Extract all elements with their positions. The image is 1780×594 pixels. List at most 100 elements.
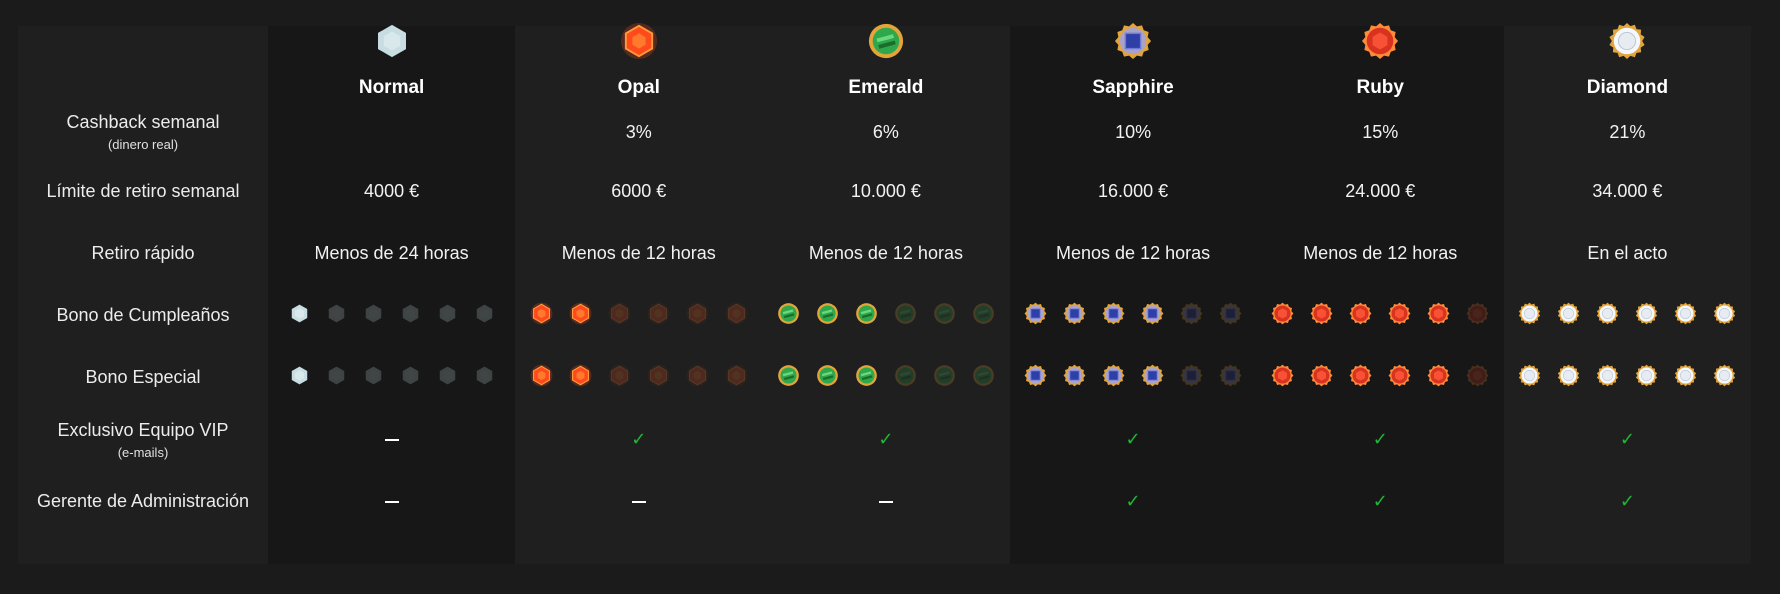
row-label-subtext: (e-mails) <box>117 444 169 460</box>
emerald-gem-icon <box>777 302 800 331</box>
diamond-gem-icon <box>1596 302 1619 331</box>
row-label-text: Bono Especial <box>85 367 201 388</box>
ruby-gem-icon <box>1388 302 1411 331</box>
opal-gem-icon <box>569 302 592 331</box>
cell-value: 10% <box>1115 121 1152 142</box>
check-icon: ✓ <box>1372 429 1388 450</box>
cell-vip-team-emerald: ✓ <box>762 409 1009 471</box>
opal-gem-icon <box>686 302 709 331</box>
row-label-withdraw-limit: Límite de retiro semanal <box>18 161 268 223</box>
opal-gem-icon <box>620 22 658 66</box>
cell-special-bonus-opal <box>515 347 762 409</box>
bonus-gem-row <box>530 302 748 331</box>
opal-gem-icon <box>608 364 631 393</box>
cell-cashback-normal <box>268 104 515 161</box>
ruby-gem-icon <box>1466 364 1489 393</box>
sapphire-gem-icon <box>1180 364 1203 393</box>
opal-gem-icon <box>608 302 631 331</box>
bonus-gem-row <box>777 302 995 331</box>
bonus-gem-row <box>777 364 995 393</box>
emerald-gem-icon <box>894 364 917 393</box>
diamond-gem-icon <box>1518 364 1541 393</box>
cell-vip-team-opal: ✓ <box>515 409 762 471</box>
sapphire-gem-icon <box>1141 364 1164 393</box>
row-label-text: Gerente de Administración <box>36 491 250 512</box>
check-icon: ✓ <box>1125 491 1141 512</box>
row-label-vip-team: Exclusivo Equipo VIP (e-mails) <box>18 409 268 471</box>
cell-special-bonus-ruby <box>1257 347 1504 409</box>
hexagon-gem-icon <box>363 365 384 392</box>
cell-value: 6% <box>872 121 899 142</box>
sapphire-gem-icon <box>1102 364 1125 393</box>
row-label-text: Exclusivo Equipo VIP <box>57 419 229 440</box>
cell-manager-normal <box>268 471 515 533</box>
check-icon: ✓ <box>1125 429 1141 450</box>
opal-gem-icon <box>530 364 553 393</box>
row-label-cashback: Cashback semanal (dinero real) <box>18 104 268 161</box>
bonus-gem-row <box>530 364 748 393</box>
ruby-gem-icon <box>1349 364 1372 393</box>
cell-withdraw-limit-emerald: 10.000 € <box>762 161 1009 223</box>
cell-birthday-bonus-normal <box>268 285 515 347</box>
diamond-gem-icon <box>1557 364 1580 393</box>
diamond-gem-icon <box>1713 364 1736 393</box>
cell-birthday-bonus-diamond <box>1504 285 1751 347</box>
ruby-gem-icon <box>1310 302 1333 331</box>
cell-special-bonus-diamond <box>1504 347 1751 409</box>
bonus-gem-row <box>1271 302 1489 331</box>
sapphire-gem-icon <box>1063 302 1086 331</box>
opal-gem-icon <box>569 364 592 393</box>
cell-withdraw-limit-opal: 6000 € <box>515 161 762 223</box>
diamond-gem-icon <box>1557 302 1580 331</box>
sapphire-gem-icon <box>1063 364 1086 393</box>
cell-withdraw-limit-normal: 4000 € <box>268 161 515 223</box>
cell-birthday-bonus-sapphire <box>1010 285 1257 347</box>
cell-value: 24.000 € <box>1345 181 1416 202</box>
check-icon: ✓ <box>878 429 894 450</box>
sapphire-gem-icon <box>1141 302 1164 331</box>
cell-fast-withdraw-sapphire: Menos de 12 horas <box>1010 223 1257 285</box>
tier-name: Opal <box>617 77 660 99</box>
opal-gem-icon <box>725 302 748 331</box>
emerald-gem-icon <box>894 302 917 331</box>
cell-manager-emerald <box>762 471 1009 533</box>
cell-value: 10.000 € <box>850 181 921 202</box>
cell-vip-team-ruby: ✓ <box>1257 409 1504 471</box>
opal-gem-icon <box>686 364 709 393</box>
dash-icon <box>878 501 893 503</box>
ruby-gem-icon <box>1271 302 1294 331</box>
sapphire-gem-icon <box>1024 364 1047 393</box>
emerald-gem-icon <box>933 364 956 393</box>
cell-special-bonus-normal <box>268 347 515 409</box>
hexagon-gem-icon <box>326 303 347 330</box>
bonus-gem-row <box>1518 302 1736 331</box>
ruby-gem-icon <box>1271 364 1294 393</box>
cell-fast-withdraw-opal: Menos de 12 horas <box>515 223 762 285</box>
dash-icon <box>384 439 399 441</box>
hexagon-gem-icon <box>289 303 310 330</box>
tier-name: Sapphire <box>1092 77 1174 99</box>
cell-value: 21% <box>1609 121 1646 142</box>
cell-value: En el acto <box>1587 243 1668 264</box>
sapphire-gem-icon <box>1219 364 1242 393</box>
bonus-gem-row <box>1024 302 1242 331</box>
dash-icon <box>631 501 646 503</box>
bonus-gem-row <box>289 303 495 330</box>
cell-special-bonus-sapphire <box>1010 347 1257 409</box>
row-label-text: Retiro rápido <box>91 243 195 264</box>
diamond-gem-icon <box>1635 302 1658 331</box>
check-icon: ✓ <box>631 429 647 450</box>
emerald-gem-icon <box>855 302 878 331</box>
cell-value: Menos de 12 horas <box>808 243 963 264</box>
opal-gem-icon <box>725 364 748 393</box>
cell-cashback-ruby: 15% <box>1257 104 1504 161</box>
cell-value: 6000 € <box>611 181 667 202</box>
row-label-text: Cashback semanal <box>66 112 220 133</box>
emerald-gem-icon <box>816 302 839 331</box>
tier-header-sapphire: Sapphire <box>1010 22 1257 104</box>
vip-comparison-table: Cashback semanal (dinero real) Límite de… <box>18 22 1751 564</box>
emerald-gem-icon <box>972 302 995 331</box>
sapphire-gem-icon <box>1024 302 1047 331</box>
cell-value: Menos de 24 horas <box>314 243 469 264</box>
hexagon-gem-icon <box>373 22 411 66</box>
